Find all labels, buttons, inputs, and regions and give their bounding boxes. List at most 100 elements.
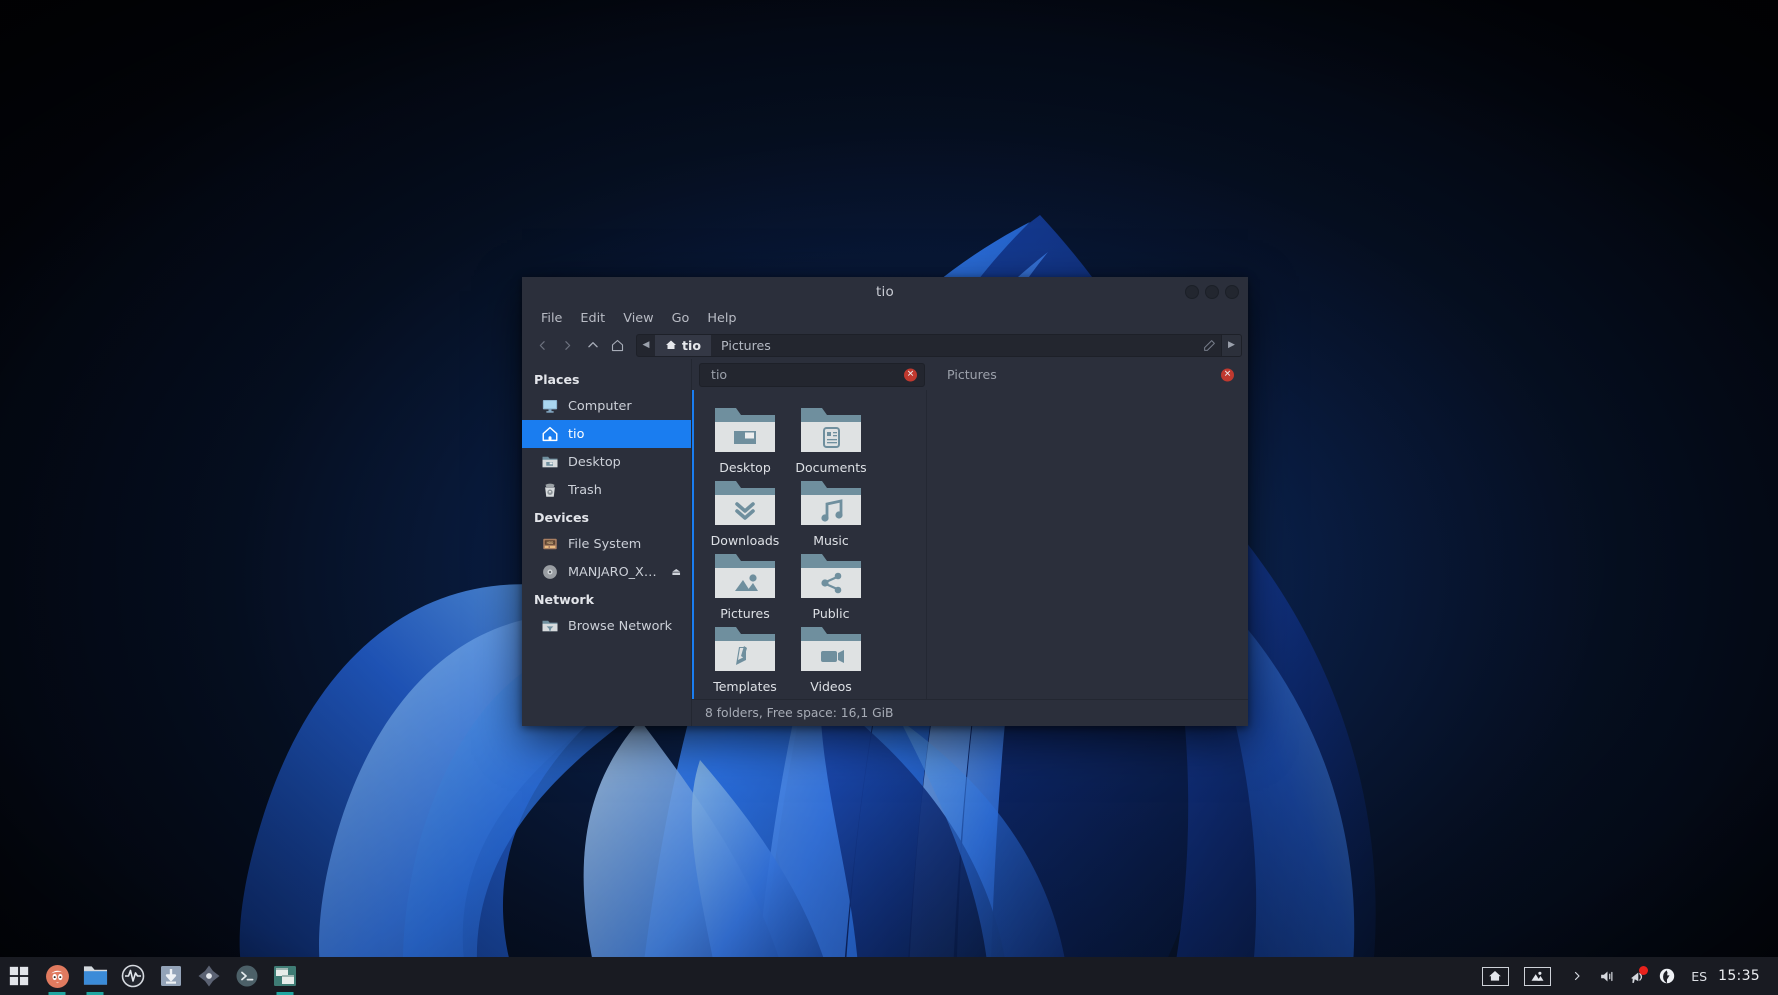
taskbar-firefox[interactable] — [38, 957, 76, 995]
harddisk-icon: HDD — [540, 535, 559, 554]
window-titlebar[interactable]: tio — [522, 277, 1248, 306]
sidebar-item-browse-network[interactable]: Browse Network — [522, 612, 691, 640]
eject-icon[interactable]: ⏏ — [672, 567, 681, 578]
sidebar-group-devices: Devices — [534, 510, 590, 525]
sidebar-group-network: Network — [534, 592, 594, 607]
pane-container: Desktop Documents Downloads Music Pictur… — [692, 390, 1248, 699]
taskbar-settings[interactable] — [190, 957, 228, 995]
taskbar[interactable]: ES 15:35 — [0, 957, 1778, 995]
sidebar-item-label: Trash — [568, 482, 602, 498]
optical-disc-icon — [540, 563, 559, 582]
menu-edit[interactable]: Edit — [571, 309, 614, 328]
svg-text:HDD: HDD — [546, 541, 554, 545]
taskbar-downloader[interactable] — [152, 957, 190, 995]
taskbar-thunar-window[interactable] — [266, 957, 304, 995]
navigation-toolbar[interactable]: ◀ tio Pictures ▶ — [522, 331, 1248, 359]
file-pane-left[interactable]: Desktop Documents Downloads Music Pictur… — [692, 390, 927, 699]
folder-pictures-icon — [715, 554, 775, 598]
workspace-image-button[interactable] — [1518, 964, 1556, 988]
workspace-box — [1523, 966, 1551, 986]
computer-icon — [540, 397, 559, 416]
up-button[interactable] — [580, 334, 605, 356]
notification-badge — [1639, 966, 1649, 975]
sidebar-item-trash[interactable]: Trash — [522, 476, 691, 504]
back-button[interactable] — [530, 334, 555, 356]
taskbar-terminal[interactable] — [228, 957, 266, 995]
file-label: Public — [812, 606, 850, 621]
clear-icon[interactable]: ✕ — [1221, 368, 1234, 381]
file-label: Templates — [713, 679, 777, 694]
menu-view[interactable]: View — [614, 309, 662, 328]
sidebar-item-file-system[interactable]: HDD File System — [522, 530, 691, 558]
forward-button[interactable] — [555, 334, 580, 356]
volume-button[interactable] — [1592, 957, 1622, 995]
sidebar-item-label: Browse Network — [568, 618, 673, 634]
file-item-templates[interactable]: Templates — [702, 621, 788, 694]
sidebar-item-desktop[interactable]: Desktop — [522, 448, 691, 476]
filter-input-left[interactable]: tio ✕ — [699, 362, 925, 387]
sidebar-item-computer[interactable]: Computer — [522, 392, 691, 420]
filter-value: tio — [711, 367, 728, 382]
sidebar-item-label: Desktop — [568, 454, 621, 470]
file-item-public[interactable]: Public — [788, 548, 874, 621]
file-item-documents[interactable]: Documents — [788, 402, 874, 475]
file-item-desktop[interactable]: Desktop — [702, 402, 788, 475]
keyboard-layout[interactable]: ES — [1682, 969, 1716, 984]
file-item-downloads[interactable]: Downloads — [702, 475, 788, 548]
folder-public-icon — [801, 554, 861, 598]
pencil-icon[interactable] — [1197, 339, 1221, 352]
close-button[interactable] — [1225, 284, 1239, 299]
tray-expand-button[interactable] — [1562, 957, 1592, 995]
clear-icon[interactable]: ✕ — [904, 368, 917, 381]
workspace-home-button[interactable] — [1476, 964, 1514, 988]
home-icon — [1489, 971, 1502, 981]
download-icon — [161, 966, 181, 986]
filter-input-right[interactable]: Pictures ✕ — [936, 363, 1243, 387]
sidebar-item-manjaro-xfce[interactable]: MANJARO_XFCE... ⏏ — [522, 558, 691, 586]
minimize-button[interactable] — [1185, 284, 1199, 299]
sidebar[interactable]: Places Computer tio Desktop Trash Device… — [522, 359, 692, 726]
file-item-pictures[interactable]: Pictures — [702, 548, 788, 621]
taskbar-app-grid[interactable] — [0, 957, 38, 995]
path-scroll-right-icon[interactable]: ▶ — [1221, 334, 1241, 356]
file-item-videos[interactable]: Videos — [788, 621, 874, 694]
file-label: Documents — [795, 460, 867, 475]
power-button[interactable] — [1652, 957, 1682, 995]
sidebar-group-places: Places — [534, 372, 580, 387]
menu-file[interactable]: File — [532, 309, 571, 328]
breadcrumb-label: Pictures — [721, 337, 771, 353]
taskbar-system-monitor[interactable] — [114, 957, 152, 995]
taskbar-tray-area: ES 15:35 — [1474, 957, 1778, 995]
maximize-button[interactable] — [1205, 284, 1219, 299]
file-item-music[interactable]: Music — [788, 475, 874, 548]
path-scroll-left-icon[interactable]: ◀ — [637, 335, 655, 356]
folder-desktop-icon — [715, 408, 775, 452]
file-pane-right[interactable] — [927, 390, 1248, 699]
sidebar-item-tio[interactable]: tio — [522, 420, 691, 448]
menu-bar[interactable]: File Edit View Go Help — [522, 306, 1248, 331]
breadcrumb-tio[interactable]: tio — [655, 334, 711, 356]
taskbar-launchers — [0, 957, 304, 995]
pulse-icon — [121, 964, 145, 988]
taskbar-file-manager[interactable] — [76, 957, 114, 995]
file-label: Videos — [810, 679, 852, 694]
home-button[interactable] — [605, 334, 630, 356]
folder-videos-icon — [801, 627, 861, 671]
filter-value: Pictures — [947, 367, 997, 382]
network-folder-icon — [540, 617, 559, 636]
notifications-button[interactable] — [1622, 957, 1652, 995]
terminal-icon — [236, 965, 258, 987]
clock[interactable]: 15:35 — [1716, 968, 1772, 984]
window-body: Places Computer tio Desktop Trash Device… — [522, 359, 1248, 726]
path-breadcrumb-bar[interactable]: ◀ tio Pictures ▶ — [636, 333, 1242, 357]
sidebar-item-label: tio — [568, 426, 585, 442]
breadcrumb-pictures[interactable]: Pictures — [711, 335, 781, 356]
file-label: Music — [813, 533, 849, 548]
file-manager-window[interactable]: tio File Edit View Go Help ◀ tio Picture… — [522, 277, 1248, 726]
file-grid: Desktop Documents Downloads Music Pictur… — [702, 402, 926, 694]
workspace-box — [1481, 966, 1509, 986]
folder-icon — [83, 966, 107, 985]
home-icon — [540, 425, 559, 444]
menu-go[interactable]: Go — [663, 309, 699, 328]
menu-help[interactable]: Help — [698, 309, 745, 328]
